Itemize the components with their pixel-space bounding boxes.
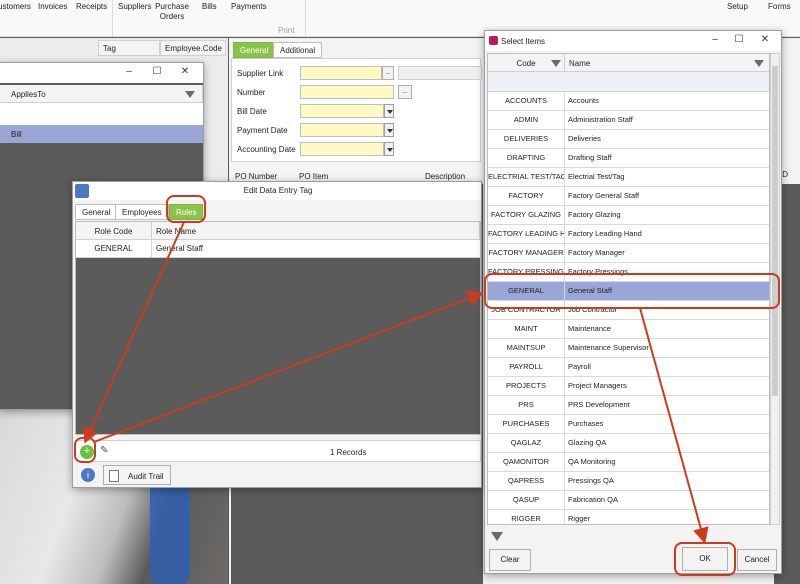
arrow-roles-to-add <box>83 221 185 444</box>
annotation-arrows <box>83 221 709 544</box>
arrow-general-to-ok <box>639 307 709 544</box>
arrow-add-to-general <box>93 290 484 443</box>
